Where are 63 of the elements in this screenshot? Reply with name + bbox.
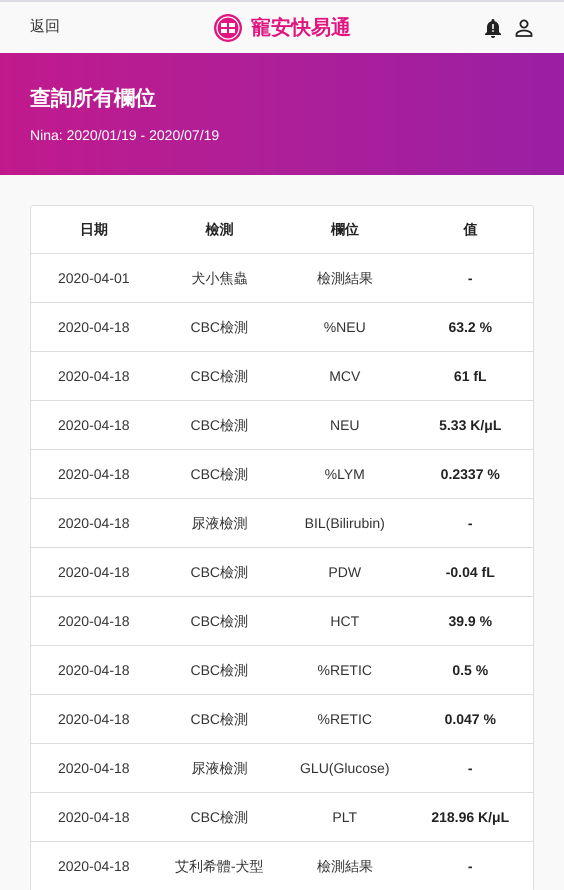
table-cell-text: CBC檢測 — [189, 366, 250, 386]
table-cell-text: 0.2337 % — [440, 464, 501, 484]
table-cell-text: CBC檢測 — [189, 612, 250, 630]
table-cell-text: - — [466, 514, 474, 532]
table-cell-text: GLU(Glucose) — [299, 758, 390, 778]
table-cell-text: %RETIC — [316, 710, 373, 728]
table-cell-text: 2020-04-18 — [56, 464, 131, 484]
table-cell-text: 61 fL — [452, 366, 488, 386]
table-cell-text: 2020-04-18 — [56, 612, 131, 630]
table-cell-text: %NEU — [322, 318, 367, 336]
table-cell-text: 218.96 K/μL — [430, 808, 510, 827]
table-cell-text: 2020-04-18 — [56, 758, 131, 778]
table-cell-text: HCT — [329, 612, 360, 630]
column-header: 檢測 — [204, 220, 234, 239]
table-cell-text: 0.5 % — [451, 660, 490, 680]
logo-icon — [213, 12, 243, 42]
table-cell-text: 2020-04-18 — [56, 366, 131, 386]
table-cell-text: CBC檢測 — [189, 318, 250, 336]
page-title: 查詢所有欄位 — [30, 86, 157, 112]
notification-bell-icon[interactable] — [484, 18, 502, 38]
table-cell-text: CBC檢測 — [189, 562, 250, 582]
table-cell-text: 39.9 % — [447, 612, 494, 630]
column-header: 值 — [462, 220, 478, 239]
table-cell-text: 犬小焦蟲 — [190, 268, 248, 288]
table-cell-text: 63.2 % — [447, 318, 494, 336]
app-title: 寵安快易通 — [251, 16, 351, 40]
table-cell-text: %LYM — [324, 464, 366, 484]
table-cell-text: - — [466, 758, 474, 778]
table-cell-text: 2020-04-18 — [56, 660, 131, 680]
table-cell-text: CBC檢測 — [189, 808, 250, 826]
table-cell-text: 2020-04-18 — [56, 416, 131, 434]
table-cell-text: %RETIC — [316, 660, 373, 680]
table-cell-text: -0.04 fL — [444, 562, 496, 582]
table-cell-text: 檢測結果 — [316, 268, 374, 288]
table-cell-text: 艾利希體-犬型 — [174, 856, 265, 876]
table-cell-text: 2020-04-18 — [56, 856, 131, 876]
column-header: 欄位 — [330, 220, 360, 239]
table-cell-text: 尿液檢測 — [190, 758, 248, 778]
table-cell-text: - — [466, 268, 474, 288]
table-cell-text: 5.33 K/μL — [438, 416, 502, 435]
table-cell-text: 2020-04-01 — [56, 268, 131, 288]
table-cell-text: PLT — [331, 808, 358, 826]
table-cell-text: 2020-04-18 — [56, 710, 131, 728]
table-cell-text: CBC檢測 — [189, 464, 250, 484]
table-cell-text: CBC檢測 — [189, 710, 250, 728]
table-cell-text: CBC檢測 — [189, 660, 250, 680]
column-header: 日期 — [78, 220, 109, 239]
table-cell-text: 0.047 % — [444, 710, 497, 728]
table-cell-text: 2020-04-18 — [56, 514, 131, 532]
back-link[interactable]: 返回 — [30, 16, 60, 39]
table-cell-text: PDW — [327, 562, 362, 582]
table-cell-text: MCV — [328, 366, 362, 386]
table-cell-text: 檢測結果 — [316, 856, 374, 876]
user-icon[interactable] — [514, 18, 534, 38]
table-cell-text: NEU — [328, 416, 361, 434]
table-cell-text: BIL(Bilirubin) — [304, 514, 386, 533]
table-cell-text: 2020-04-18 — [56, 562, 131, 582]
table-cell-text: 2020-04-18 — [56, 318, 131, 336]
table-cell-text: 尿液檢測 — [190, 514, 248, 532]
table-cell-text: - — [466, 856, 474, 876]
page-subtitle: Nina: 2020/01/19 - 2020/07/19 — [30, 126, 220, 144]
table-cell-text: CBC檢測 — [189, 416, 250, 434]
table-cell-text: 2020-04-18 — [56, 808, 131, 826]
